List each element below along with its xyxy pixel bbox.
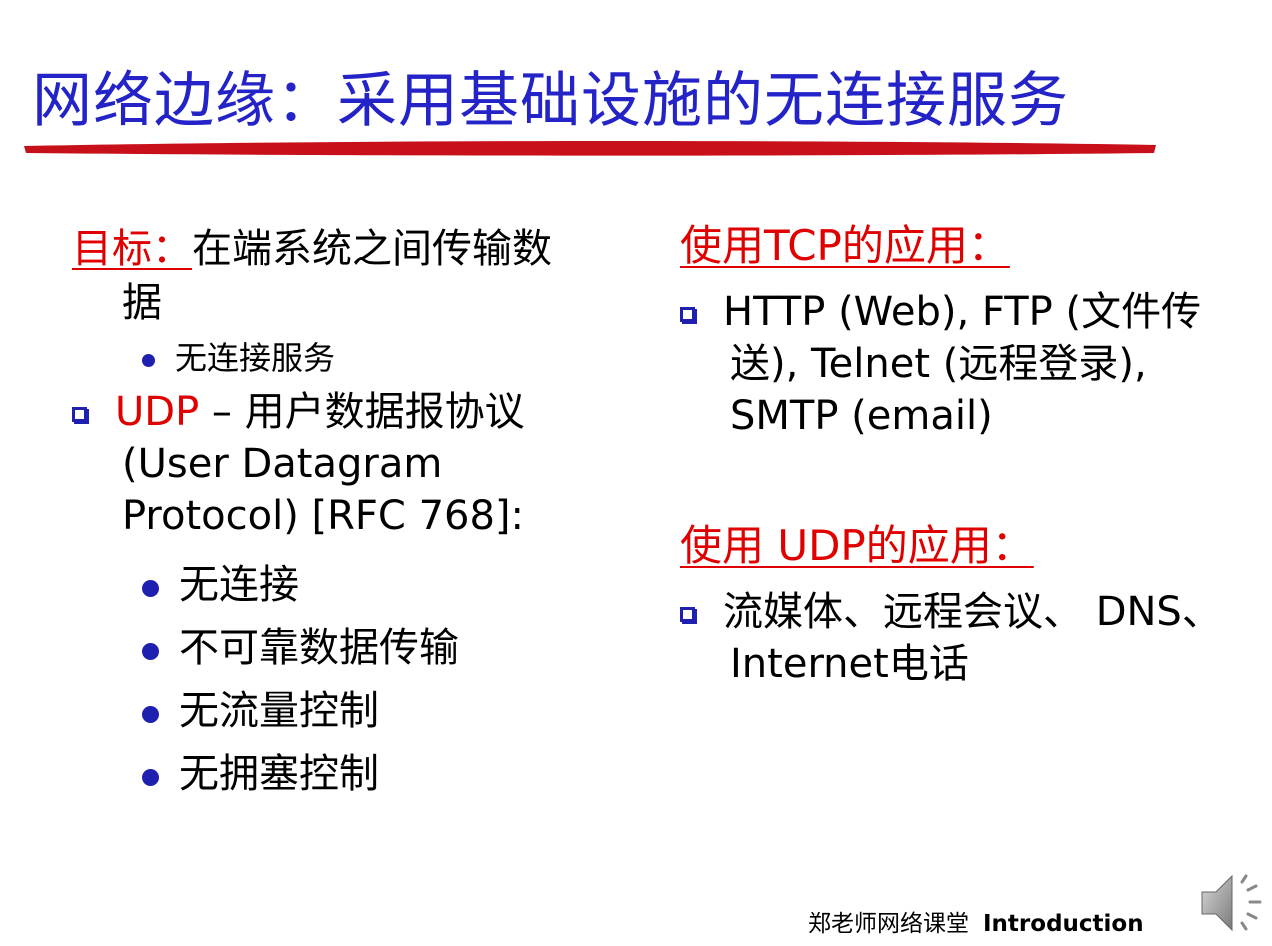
bullet-dot-icon xyxy=(142,705,159,723)
slide-title: 网络边缘：采用基础设施的无连接服务 xyxy=(32,66,1069,136)
footer-channel: 郑老师网络课堂 xyxy=(808,911,969,937)
slide-footer: 郑老师网络课堂 Introduction xyxy=(808,904,1144,938)
goal-text: 在端系统之间传输数 xyxy=(192,226,552,272)
tcp-apps-line: 送), Telnet (远程登录), xyxy=(730,341,1147,387)
square-bullet-icon xyxy=(72,406,87,422)
right-column: 使用TCP的应用： HTTP (Web), FTP (文件传 送), Telne… xyxy=(680,218,1222,690)
udp-apps-heading: 使用 UDP的应用： xyxy=(680,521,1034,570)
udp-rfc-line: Protocol) [RFC 768]: xyxy=(122,493,524,539)
title-underline-rule xyxy=(24,140,1156,156)
feature-item: 无流量控制 xyxy=(179,688,379,734)
bullet-dot-icon xyxy=(142,354,155,367)
goal-sub-item: 无连接服务 xyxy=(175,339,336,377)
udp-fullname-line: (User Datagram xyxy=(122,441,443,487)
feature-item: 不可靠数据传输 xyxy=(179,625,459,671)
tcp-apps-line: SMTP (email) xyxy=(730,393,993,439)
bullet-dot-icon xyxy=(142,768,159,786)
feature-item: 无连接 xyxy=(179,562,299,608)
udp-apps-line: 流媒体、远程会议、 DNS、 xyxy=(723,589,1222,635)
udp-name: UDP xyxy=(115,389,200,435)
goal-text-cont: 据 xyxy=(122,280,162,326)
udp-apps-line: Internet电话 xyxy=(730,641,969,687)
udp-description: – 用户数据报协议 xyxy=(199,389,525,435)
tcp-apps-line: HTTP (Web), FTP (文件传 xyxy=(723,289,1202,335)
bullet-dot-icon xyxy=(142,642,159,660)
goal-label: 目标： xyxy=(72,226,192,272)
speaker-icon[interactable] xyxy=(1198,868,1268,938)
footer-section: Introduction xyxy=(983,911,1144,937)
square-bullet-icon xyxy=(680,606,695,622)
square-bullet-icon xyxy=(680,306,695,322)
bullet-dot-icon xyxy=(142,579,159,597)
feature-item: 无拥塞控制 xyxy=(179,751,379,797)
left-column: 目标：在端系统之间传输数 据 无连接服务 UDP – 用户数据报协议 (User… xyxy=(72,222,552,806)
tcp-apps-heading: 使用TCP的应用： xyxy=(680,221,1010,270)
udp-features-list: 无连接 不可靠数据传输 无流量控制 无拥塞控制 xyxy=(72,554,552,806)
